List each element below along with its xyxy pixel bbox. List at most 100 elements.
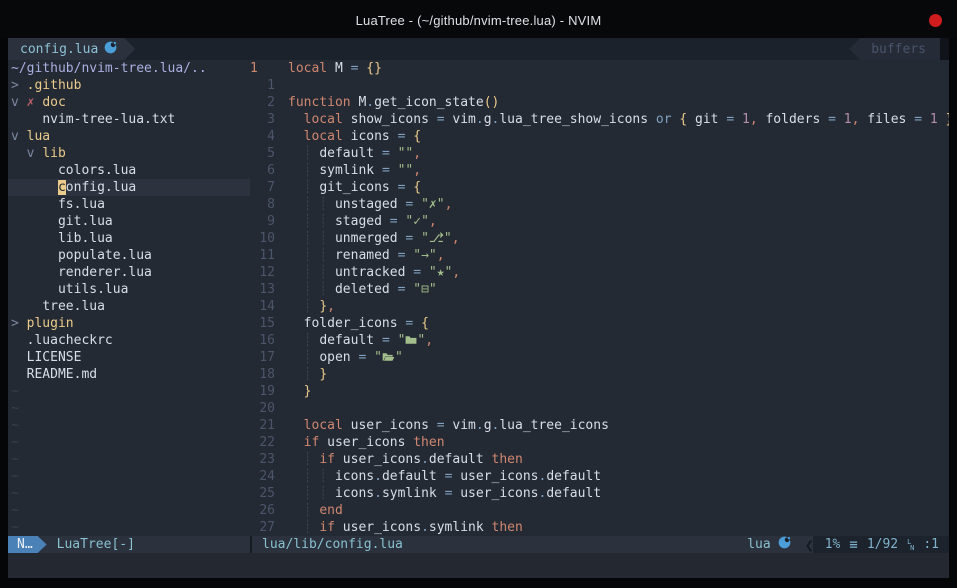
code-line[interactable]: 3 local show_icons = vim.g.lua_tree_show… bbox=[250, 111, 949, 128]
tree-item-github[interactable]: > .github bbox=[8, 77, 250, 94]
line-number: 8 bbox=[250, 196, 275, 213]
line-number: 24 bbox=[250, 468, 275, 485]
code-line[interactable]: 24 ┊ ┊ icons.default = user_icons.defaul… bbox=[250, 468, 949, 485]
line-number: 13 bbox=[250, 281, 275, 298]
code-line[interactable]: 10 ┊ ┊ unmerged = "⎇", bbox=[250, 230, 949, 247]
tree-item-label: LICENSE bbox=[27, 350, 82, 365]
buffers-label: buffers bbox=[871, 42, 926, 57]
code-line[interactable]: 20 bbox=[250, 400, 949, 417]
tree-item-luacheckrc[interactable]: .luacheckrc bbox=[8, 332, 250, 349]
filetype-label: lua bbox=[747, 537, 770, 552]
code-line[interactable]: 14 ┊ }, bbox=[250, 298, 949, 315]
tree-item-config-lua[interactable]: config.lua bbox=[8, 179, 250, 196]
tree-item-label: fs.lua bbox=[58, 197, 105, 212]
chevron-down-icon: v bbox=[11, 129, 19, 144]
folder-open-icon bbox=[382, 350, 395, 365]
code-line[interactable]: 22 if user_icons then bbox=[250, 434, 949, 451]
line-number: 18 bbox=[250, 366, 275, 383]
tabline-endcap bbox=[940, 38, 949, 60]
tree-item-label: tree.lua bbox=[42, 299, 105, 314]
tree-item-label: README.md bbox=[27, 367, 97, 382]
tabline-spacer bbox=[135, 38, 849, 60]
code-line-text: ┊ default = "", bbox=[288, 145, 949, 162]
tree-item-utils-lua[interactable]: utils.lua bbox=[8, 281, 250, 298]
code-editor[interactable]: 1local M = {}12function M.get_icon_state… bbox=[250, 60, 949, 536]
code-line-text: ┊ ┊ unstaged = "✗", bbox=[288, 196, 949, 213]
code-line[interactable]: 18 ┊ } bbox=[250, 366, 949, 383]
tree-item-populate-lua[interactable]: populate.lua bbox=[8, 247, 250, 264]
code-line[interactable]: 7 ┊ git_icons = { bbox=[250, 179, 949, 196]
chevron-right-icon: > bbox=[11, 78, 19, 93]
code-line[interactable]: 1 bbox=[250, 77, 949, 94]
code-line[interactable]: 6 ┊ symlink = "", bbox=[250, 162, 949, 179]
tree-item-label: lib bbox=[42, 146, 65, 161]
line-number: 25 bbox=[250, 485, 275, 502]
code-line-text: ┊ ┊ unmerged = "⎇", bbox=[288, 230, 949, 247]
code-line[interactable]: 19 } bbox=[250, 383, 949, 400]
code-line[interactable]: 11 ┊ ┊ renamed = "→", bbox=[250, 247, 949, 264]
tree-item-lib[interactable]: v lib bbox=[8, 145, 250, 162]
column-position: :1 bbox=[923, 537, 939, 552]
tree-item-plugin[interactable]: > plugin bbox=[8, 315, 250, 332]
tab-config-lua[interactable]: config.lua bbox=[8, 38, 135, 60]
tree-item-fs-lua[interactable]: fs.lua bbox=[8, 196, 250, 213]
chevron-down-icon: v bbox=[11, 95, 19, 110]
line-number: 3 bbox=[250, 111, 275, 128]
tab-label: config.lua bbox=[20, 42, 98, 57]
code-line[interactable]: 26 ┊ end bbox=[250, 502, 949, 519]
code-line-text: ┊ end bbox=[288, 502, 949, 519]
code-line-text: ┊ symlink = "", bbox=[288, 162, 949, 179]
code-line[interactable]: 25 ┊ ┊ icons.symlink = user_icons.defaul… bbox=[250, 485, 949, 502]
tree-item-label: lib.lua bbox=[58, 231, 113, 246]
tree-item-doc[interactable]: v ✗ doc bbox=[8, 94, 250, 111]
tree-item-readme-md[interactable]: README.md bbox=[8, 366, 250, 383]
tree-item-license[interactable]: LICENSE bbox=[8, 349, 250, 366]
code-line[interactable]: 23 ┊ if user_icons.default then bbox=[250, 451, 949, 468]
buffers-tab[interactable]: buffers bbox=[849, 38, 940, 60]
code-line[interactable]: 21 local user_icons = vim.g.lua_tree_ico… bbox=[250, 417, 949, 434]
empty-line-tilde: ~ bbox=[11, 383, 250, 400]
line-number: 10 bbox=[250, 230, 275, 247]
tree-item-renderer-lua[interactable]: renderer.lua bbox=[8, 264, 250, 281]
tree-item-lib-lua[interactable]: lib.lua bbox=[8, 230, 250, 247]
code-line[interactable]: 27 ┊ if user_icons.symlink then bbox=[250, 519, 949, 536]
line-number: 15 bbox=[250, 315, 275, 332]
code-line[interactable]: 4 local icons = { bbox=[250, 128, 949, 145]
code-line[interactable]: 15 folder_icons = { bbox=[250, 315, 949, 332]
empty-line-tilde: ~ bbox=[11, 400, 250, 417]
line-number: 2 bbox=[250, 94, 275, 111]
code-line[interactable]: 9 ┊ ┊ staged = "✓", bbox=[250, 213, 949, 230]
tree-item-label: git.lua bbox=[58, 214, 113, 229]
tree-item-label: renderer.lua bbox=[58, 265, 152, 280]
code-line[interactable]: 13 ┊ ┊ deleted = "⊟" bbox=[250, 281, 949, 298]
lua-moon-icon bbox=[104, 41, 117, 58]
tree-item-nvim-tree-lua-txt[interactable]: nvim-tree-lua.txt bbox=[8, 111, 250, 128]
code-line[interactable]: 8 ┊ ┊ unstaged = "✗", bbox=[250, 196, 949, 213]
command-line[interactable] bbox=[8, 553, 949, 578]
code-line[interactable]: 17 ┊ open = "" bbox=[250, 349, 949, 366]
tree-item-github-nvim-tree-lua[interactable]: ~/github/nvim-tree.lua/.. bbox=[8, 60, 250, 77]
code-line[interactable]: 5 ┊ default = "", bbox=[250, 145, 949, 162]
line-number: 1 bbox=[250, 77, 275, 94]
code-line-text: } bbox=[288, 383, 949, 400]
code-line-text: ┊ } bbox=[288, 366, 949, 383]
tree-item-colors-lua[interactable]: colors.lua bbox=[8, 162, 250, 179]
line-number: 26 bbox=[250, 502, 275, 519]
statusline-file-segment: lua/lib/config.lua lua ❮ 1% ≡ 1/92 LN :1 bbox=[252, 536, 949, 553]
chevron-right-icon: > bbox=[11, 316, 19, 331]
tree-item-git-lua[interactable]: git.lua bbox=[8, 213, 250, 230]
code-line[interactable]: 2function M.get_icon_state() bbox=[250, 94, 949, 111]
close-button[interactable] bbox=[929, 14, 942, 27]
code-line[interactable]: 16 ┊ default = "", bbox=[250, 332, 949, 349]
line-number: 5 bbox=[250, 145, 275, 162]
code-line-text: local M = {} bbox=[288, 60, 949, 77]
tree-item-tree-lua[interactable]: tree.lua bbox=[8, 298, 250, 315]
code-line-text: local show_icons = vim.g.lua_tree_show_i… bbox=[288, 111, 949, 128]
code-line[interactable]: 1local M = {} bbox=[250, 60, 949, 77]
scroll-percent: 1% bbox=[825, 537, 841, 552]
empty-line-tilde: ~ bbox=[11, 434, 250, 451]
tree-item-lua[interactable]: v lua bbox=[8, 128, 250, 145]
line-number: 16 bbox=[250, 332, 275, 349]
code-line-text: ┊ ┊ icons.default = user_icons.default bbox=[288, 468, 949, 485]
code-line[interactable]: 12 ┊ ┊ untracked = "★", bbox=[250, 264, 949, 281]
